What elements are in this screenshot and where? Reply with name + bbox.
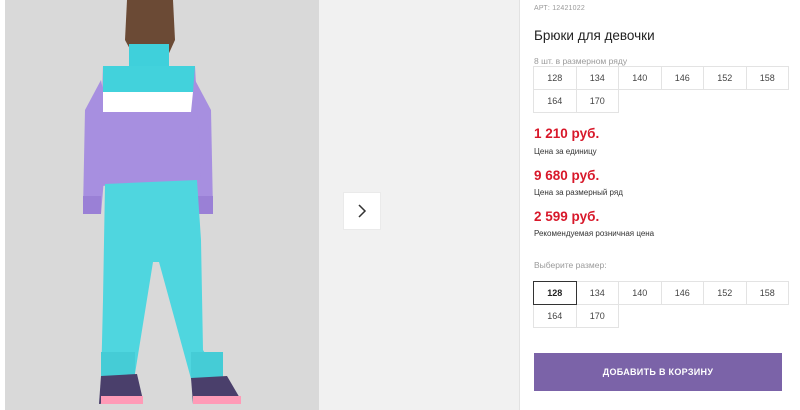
size-option-152[interactable]: 152 [703, 281, 747, 305]
add-to-cart-button[interactable]: ДОБАВИТЬ В КОРЗИНУ [534, 353, 782, 391]
unit-price-caption: Цена за единицу [534, 147, 597, 156]
size-selector: 128 134 140 146 152 158 164 170 [533, 281, 789, 328]
size-row-cell: 158 [745, 66, 789, 90]
size-row-cell: 170 [575, 89, 619, 113]
product-sku: АРТ: 12421022 [534, 5, 585, 12]
size-row-price-caption: Цена за размерный ряд [534, 188, 623, 197]
next-photo-button[interactable] [343, 192, 381, 230]
chevron-right-icon [358, 204, 367, 218]
size-option-134[interactable]: 134 [575, 281, 619, 305]
unit-price: 1 210 руб. [534, 126, 600, 141]
size-row-price: 9 680 руб. [534, 168, 600, 183]
girl-tracksuit-illustration [5, 0, 319, 410]
size-option-158[interactable]: 158 [745, 281, 789, 305]
size-row-label: 8 шт. в размерном ряду [534, 56, 628, 66]
product-photo[interactable] [5, 0, 319, 410]
retail-price: 2 599 руб. [534, 209, 600, 224]
gallery-divider [519, 0, 520, 410]
size-option-164[interactable]: 164 [533, 304, 577, 328]
size-row-cell: 128 [533, 66, 577, 90]
size-option-170[interactable]: 170 [575, 304, 619, 328]
size-option-146[interactable]: 146 [660, 281, 704, 305]
product-title: Брюки для девочки [534, 28, 655, 43]
size-row-cell: 146 [660, 66, 704, 90]
choose-size-label: Выберите размер: [534, 260, 607, 270]
size-row-grid: 128 134 140 146 152 158 164 170 [533, 66, 789, 113]
retail-price-caption: Рекомендуемая розничная цена [534, 229, 655, 238]
size-row-cell: 134 [575, 66, 619, 90]
size-option-128[interactable]: 128 [533, 281, 577, 305]
size-option-140[interactable]: 140 [618, 281, 662, 305]
size-row-cell: 140 [618, 66, 662, 90]
size-row-cell: 152 [703, 66, 747, 90]
size-row-cell: 164 [533, 89, 577, 113]
product-gallery [0, 0, 520, 410]
